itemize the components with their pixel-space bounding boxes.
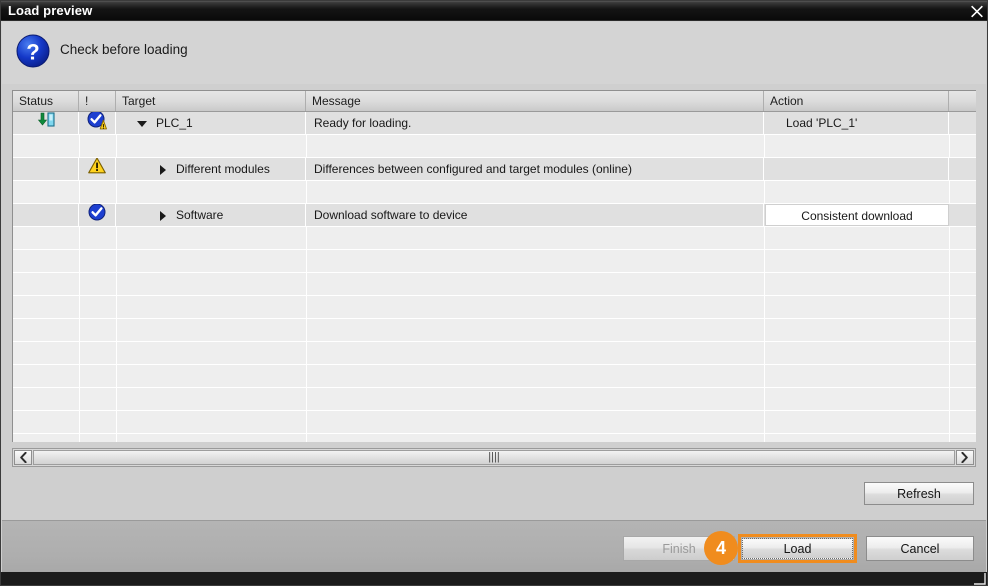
expander-triangle-right-icon[interactable] bbox=[160, 164, 166, 175]
table-row[interactable] bbox=[13, 365, 976, 388]
column-header-action[interactable]: Action bbox=[764, 91, 949, 111]
alert-cell bbox=[79, 204, 116, 226]
table-row[interactable] bbox=[13, 434, 976, 442]
close-icon[interactable] bbox=[966, 0, 988, 21]
column-header-status[interactable]: Status bbox=[13, 91, 79, 111]
table-row[interactable]: Software Download software to device Con… bbox=[13, 204, 976, 227]
target-label: Different modules bbox=[176, 162, 270, 176]
check-circle-icon bbox=[88, 204, 106, 226]
alert-cell bbox=[79, 158, 116, 180]
refresh-button[interactable]: Refresh bbox=[864, 482, 974, 505]
load-preview-table: Status ! Target Message Action PLC_1 Rea… bbox=[12, 90, 976, 442]
spacer-cell bbox=[949, 158, 976, 180]
action-cell[interactable] bbox=[764, 158, 949, 180]
table-header-row: Status ! Target Message Action bbox=[13, 91, 976, 112]
load-preview-dialog: Load preview ? Check before loading Stat… bbox=[0, 0, 988, 586]
title-bar: Load preview bbox=[0, 0, 988, 21]
status-cell bbox=[13, 204, 79, 226]
resize-grip-icon[interactable] bbox=[973, 572, 986, 585]
target-label: PLC_1 bbox=[156, 116, 193, 130]
table-row[interactable] bbox=[13, 411, 976, 434]
scrollbar-track[interactable]: |||| bbox=[33, 450, 955, 465]
target-label: Software bbox=[176, 208, 224, 222]
column-header-spacer[interactable] bbox=[949, 91, 976, 111]
window-bottom-strip bbox=[0, 572, 988, 586]
check-warning-badge-icon bbox=[87, 112, 107, 134]
spacer-cell bbox=[949, 112, 976, 134]
message-cell: Differences between configured and targe… bbox=[306, 158, 764, 180]
expander-triangle-right-icon[interactable] bbox=[160, 210, 166, 221]
column-header-target[interactable]: Target bbox=[116, 91, 306, 111]
dialog-header: ? Check before loading bbox=[2, 22, 986, 84]
table-row[interactable] bbox=[13, 135, 976, 158]
load-button[interactable]: Load bbox=[742, 538, 853, 559]
horizontal-scrollbar[interactable]: |||| bbox=[12, 448, 976, 467]
target-cell: Software bbox=[116, 204, 306, 226]
column-header-alert[interactable]: ! bbox=[79, 91, 116, 111]
chevron-left-icon[interactable] bbox=[14, 450, 32, 465]
cancel-button[interactable]: Cancel bbox=[866, 536, 974, 561]
table-row[interactable] bbox=[13, 250, 976, 273]
table-row[interactable] bbox=[13, 342, 976, 365]
spacer-cell bbox=[949, 204, 976, 226]
expander-triangle-down-icon[interactable] bbox=[137, 120, 147, 127]
table-row[interactable] bbox=[13, 296, 976, 319]
target-cell: Different modules bbox=[116, 158, 306, 180]
table-row[interactable] bbox=[13, 181, 976, 204]
download-to-device-icon bbox=[37, 112, 55, 134]
scrollbar-grip: |||| bbox=[488, 451, 500, 463]
target-cell: PLC_1 bbox=[116, 112, 306, 134]
table-row[interactable] bbox=[13, 319, 976, 342]
column-header-message[interactable]: Message bbox=[306, 91, 764, 111]
table-row[interactable] bbox=[13, 227, 976, 250]
table-row[interactable] bbox=[13, 273, 976, 296]
table-body: PLC_1 Ready for loading. Load 'PLC_1' Di… bbox=[13, 112, 976, 442]
question-help-icon: ? bbox=[16, 34, 50, 68]
table-row[interactable]: Different modules Differences between co… bbox=[13, 158, 976, 181]
action-dropdown-cell[interactable]: Consistent download bbox=[765, 204, 949, 226]
warning-triangle-icon bbox=[88, 158, 106, 180]
action-cell[interactable]: Load 'PLC_1' bbox=[764, 112, 949, 134]
table-row[interactable] bbox=[13, 388, 976, 411]
scrollbar-thumb[interactable]: |||| bbox=[33, 450, 955, 465]
window-title: Load preview bbox=[8, 3, 93, 18]
status-cell bbox=[13, 112, 79, 134]
alert-cell bbox=[79, 112, 116, 134]
step-annotation-badge: 4 bbox=[704, 531, 738, 565]
message-cell: Ready for loading. bbox=[306, 112, 764, 134]
table-row[interactable]: PLC_1 Ready for loading. Load 'PLC_1' bbox=[13, 112, 976, 135]
header-label: Check before loading bbox=[60, 42, 188, 57]
svg-text:?: ? bbox=[26, 40, 39, 65]
message-cell: Download software to device bbox=[306, 204, 764, 226]
chevron-right-icon[interactable] bbox=[956, 450, 974, 465]
status-cell bbox=[13, 158, 79, 180]
